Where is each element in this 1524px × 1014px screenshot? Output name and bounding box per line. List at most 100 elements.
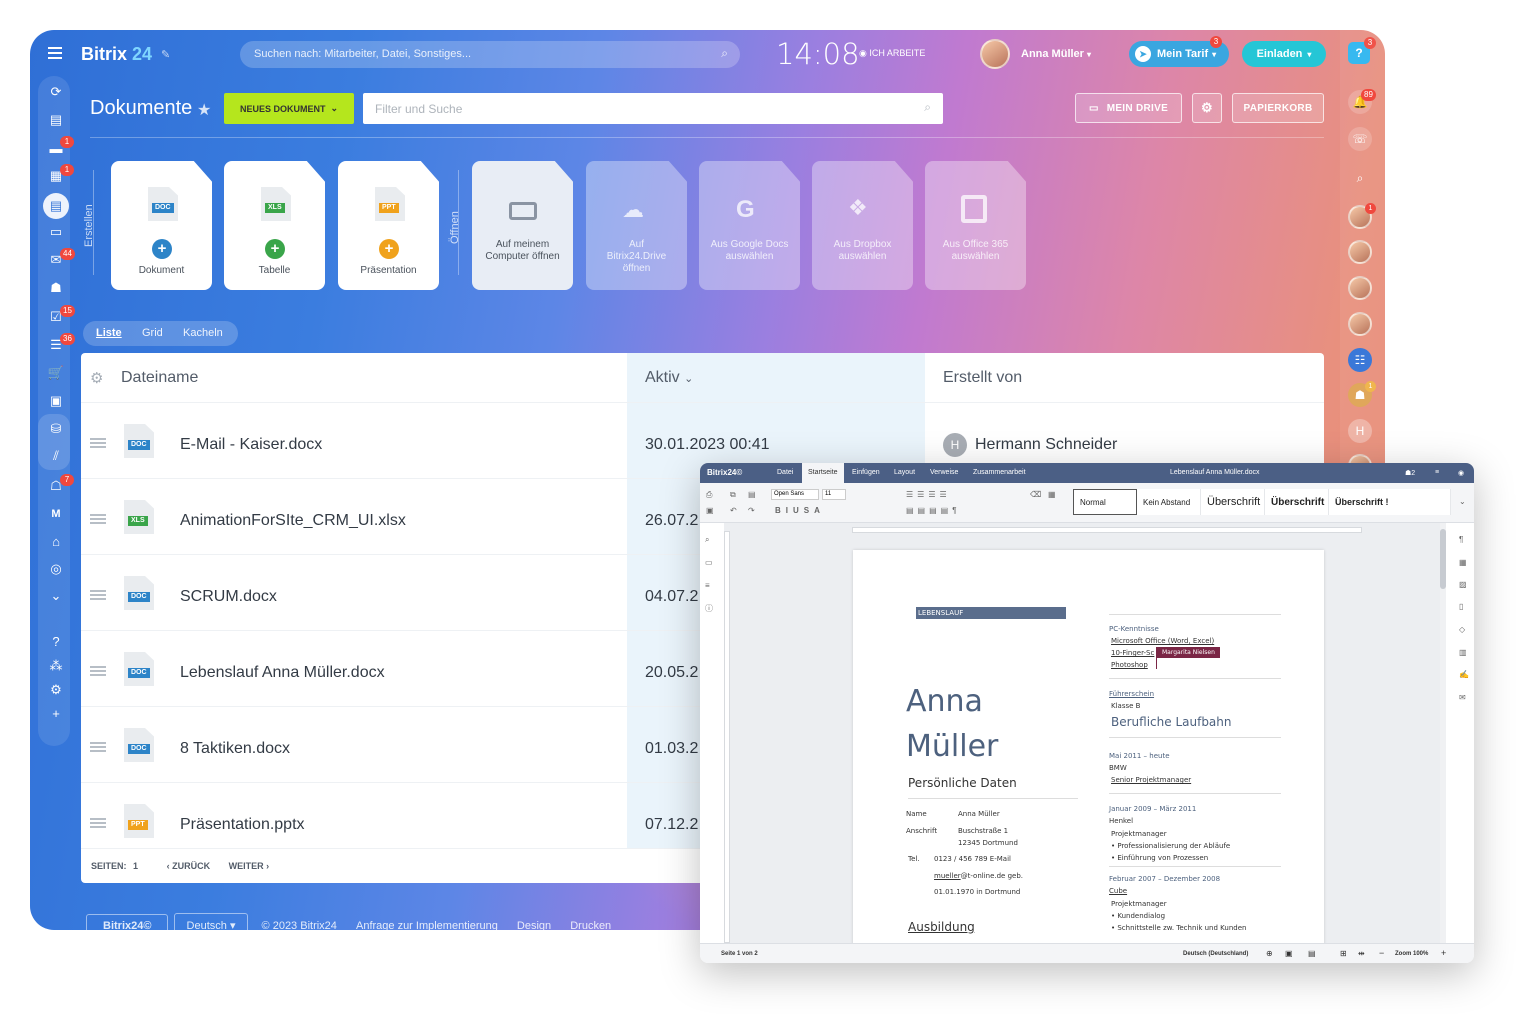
user-initial-avatar[interactable]: H <box>1348 419 1372 443</box>
redo-icon[interactable]: ↷ <box>748 506 755 515</box>
headings-icon[interactable]: ≡ <box>705 581 710 590</box>
design-link[interactable]: Design <box>517 920 551 930</box>
contact-card-icon[interactable]: ▣ <box>46 391 66 411</box>
fit-page-icon[interactable]: ⊞ <box>1340 949 1347 958</box>
status-language[interactable]: Deutsch (Deutschland) <box>1183 951 1248 957</box>
comment-icon[interactable]: ▭ <box>705 558 713 567</box>
insert-icon[interactable]: ▦ <box>1048 490 1056 499</box>
style-heading3[interactable]: Überschrift ! <box>1329 489 1451 515</box>
drag-handle-icon[interactable] <box>90 742 106 752</box>
account-icon[interactable]: ◉ <box>1458 469 1464 477</box>
mail-merge-icon[interactable]: ✉ <box>1459 693 1466 702</box>
column-header-active[interactable]: Aktiv ⌄ <box>645 369 693 387</box>
file-name[interactable]: Präsentation.pptx <box>180 816 305 834</box>
create-document-tile[interactable]: DOC + Dokument <box>111 161 212 290</box>
print-icon[interactable]: ⎙ <box>706 490 712 500</box>
feed-icon[interactable]: ▤ <box>46 110 66 130</box>
view-tiles-tab[interactable]: Kacheln <box>183 327 223 339</box>
paste-icon[interactable]: ▤ <box>748 490 756 499</box>
help-icon[interactable]: ? <box>46 631 66 651</box>
chevron-down-icon[interactable]: ⌄ <box>1459 497 1466 506</box>
print-link[interactable]: Drucken <box>570 920 611 930</box>
footer-brand-button[interactable]: Bitrix24© <box>86 914 169 930</box>
image-icon[interactable]: ▨ <box>1459 580 1467 589</box>
documents-icon[interactable]: ▤ <box>43 193 69 219</box>
activity-icon[interactable]: ⟳ <box>46 82 66 102</box>
settings-icon[interactable]: ⚙ <box>46 680 66 700</box>
global-search-input[interactable]: Suchen nach: Mitarbeiter, Datei, Sonstig… <box>240 41 740 68</box>
view-list-tab[interactable]: Liste <box>96 327 122 339</box>
office365-tile[interactable]: Aus Office 365 auswählen <box>925 161 1026 290</box>
drag-handle-icon[interactable] <box>90 818 106 828</box>
contact-avatar-4[interactable] <box>1348 312 1372 336</box>
column-header-creator[interactable]: Erstellt von <box>943 369 1022 387</box>
user-avatar[interactable] <box>980 39 1010 69</box>
menu-file[interactable]: Datei <box>777 469 793 476</box>
work-status[interactable]: ◉ ICH ARBEITE <box>859 48 925 59</box>
group-chat-icon[interactable]: ☷ <box>1348 348 1372 372</box>
paragraph-icon[interactable]: ¶ <box>1459 535 1463 544</box>
language-button[interactable]: Deutsch ▾ <box>173 913 249 930</box>
drive-icon[interactable]: ▭ <box>46 222 66 242</box>
favorite-star-icon[interactable]: ★ <box>197 100 211 120</box>
font-select[interactable]: Open Sans <box>771 489 819 500</box>
column-header-name[interactable]: Dateiname <box>121 369 198 387</box>
user-menu[interactable]: Anna Müller ▾ <box>1021 48 1091 60</box>
google-docs-tile[interactable]: G Aus Google Docs auswählen <box>699 161 800 290</box>
next-link[interactable]: WEITER › <box>229 861 270 871</box>
menu-home[interactable]: Startseite <box>802 463 844 483</box>
new-document-button[interactable]: NEUES DOKUMENT ⌄ <box>224 93 354 124</box>
text-format-icons[interactable]: BIUSA <box>775 506 825 515</box>
support-icon[interactable]: ☏ <box>1348 127 1372 151</box>
style-no-spacing[interactable]: Kein Abstand <box>1137 489 1201 515</box>
contact-avatar-3[interactable] <box>1348 276 1372 300</box>
filter-search-input[interactable]: Filter und Suche ⌕ <box>363 93 943 124</box>
more-icon[interactable]: ⌄ <box>46 586 66 606</box>
file-name[interactable]: AnimationForSIte_CRM_UI.xlsx <box>180 512 406 530</box>
signature-icon[interactable]: ✍ <box>1459 670 1469 679</box>
save-icon[interactable]: ▣ <box>706 506 714 515</box>
marketing-icon[interactable]: M <box>46 504 66 524</box>
settings-button[interactable]: ⚙ <box>1192 93 1222 123</box>
drag-handle-icon[interactable] <box>90 590 106 600</box>
undo-icon[interactable]: ↶ <box>730 506 737 515</box>
menu-collaboration[interactable]: Zusammenarbeit <box>973 469 1026 476</box>
sites-icon[interactable]: ⫽ <box>46 446 66 466</box>
globe-icon[interactable]: ⊕ <box>1266 949 1273 958</box>
file-name[interactable]: Lebenslauf Anna Müller.docx <box>180 664 385 682</box>
info-icon[interactable]: ⓘ <box>705 603 713 614</box>
fit-width-icon[interactable]: ⇹ <box>1358 949 1365 958</box>
file-name[interactable]: 8 Taktiken.docx <box>180 740 290 758</box>
page-number[interactable]: 1 <box>133 861 138 871</box>
track-changes-icon[interactable]: ▤ <box>1308 949 1316 958</box>
spellcheck-icon[interactable]: ▣ <box>1285 949 1293 958</box>
company-icon[interactable]: ⌂ <box>46 531 66 551</box>
file-name[interactable]: E-Mail - Kaiser.docx <box>180 436 322 454</box>
edit-pencil-icon[interactable]: ✎ <box>161 48 170 61</box>
document-page[interactable]: LEBENSLAUF Anna Müller Persönliche Daten… <box>853 550 1324 945</box>
menu-insert[interactable]: Einfügen <box>852 469 880 476</box>
menu-layout[interactable]: Layout <box>894 469 915 476</box>
create-spreadsheet-tile[interactable]: XLS + Tabelle <box>224 161 325 290</box>
back-link[interactable]: ‹ ZURÜCK <box>167 861 211 871</box>
zoom-in-icon[interactable]: + <box>1441 948 1446 958</box>
file-name[interactable]: SCRUM.docx <box>180 588 277 606</box>
open-bitrix-drive-tile[interactable]: ☁ Auf Bitrix24.Drive öffnen <box>586 161 687 290</box>
align-icons[interactable]: ▤▤▤▤¶ <box>906 506 961 515</box>
brand-logo[interactable]: Bitrix 24 <box>81 44 152 65</box>
goals-icon[interactable]: ◎ <box>46 559 66 579</box>
menu-icon[interactable]: ≡ <box>1435 469 1439 476</box>
shop-cart-icon[interactable]: 🛒 <box>46 363 66 383</box>
database-icon[interactable]: ⛁ <box>46 419 66 439</box>
create-presentation-tile[interactable]: PPT + Präsentation <box>338 161 439 290</box>
creator-name[interactable]: Hermann Schneider <box>975 436 1117 454</box>
add-icon[interactable]: + <box>46 703 66 723</box>
copy-icon[interactable]: ⧉ <box>730 490 736 500</box>
column-settings-gear-icon[interactable]: ⚙ <box>90 369 103 387</box>
view-grid-tab[interactable]: Grid <box>142 327 163 339</box>
search-icon[interactable]: ⌕ <box>705 535 709 545</box>
shape-icon[interactable]: ◇ <box>1459 625 1465 634</box>
font-size-select[interactable]: 11 <box>822 489 846 500</box>
style-heading2[interactable]: Überschrift <box>1265 489 1329 515</box>
menu-references[interactable]: Verweise <box>930 469 958 476</box>
